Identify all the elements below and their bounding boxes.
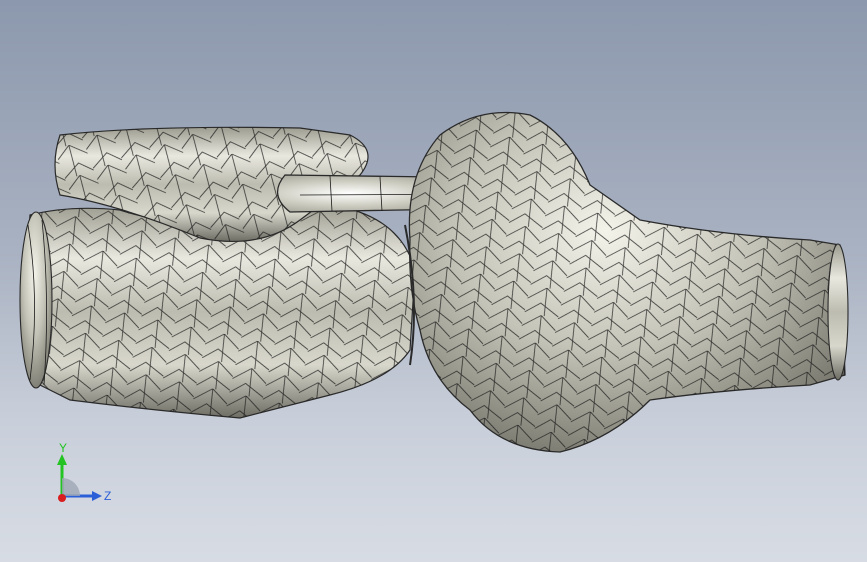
z-axis-label: Z	[104, 489, 111, 503]
y-axis-label: Y	[59, 441, 67, 455]
y-arrow-head	[57, 454, 67, 465]
x-axis-dot	[58, 494, 66, 502]
z-arrow-head	[92, 491, 102, 501]
coordinate-triad: Y Z	[57, 441, 111, 503]
femur-condyle[interactable]	[408, 111, 849, 453]
graphics-viewport[interactable]: Y Z	[0, 0, 867, 562]
knee-joint-model[interactable]	[0, 0, 867, 562]
